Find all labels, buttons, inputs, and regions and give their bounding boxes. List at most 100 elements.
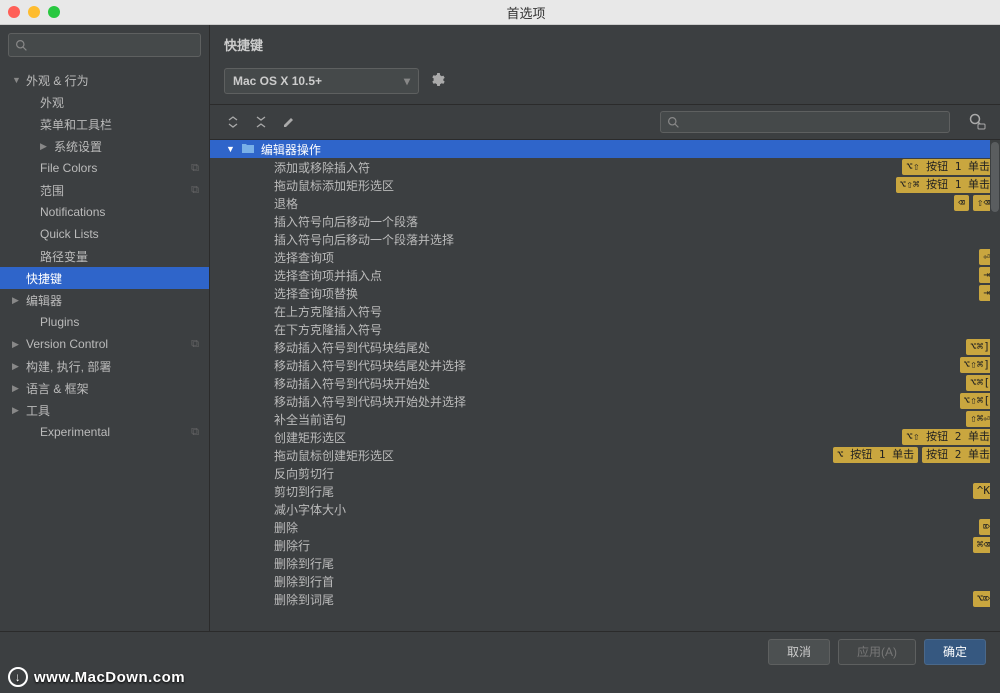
action-row[interactable]: 在下方克隆插入符号	[210, 320, 1000, 338]
sidebar-item[interactable]: 菜单和工具栏	[0, 113, 209, 135]
sidebar-item-label: Notifications	[40, 205, 209, 219]
group-label: 编辑器操作	[261, 141, 1000, 158]
sidebar-item[interactable]: 工具	[0, 399, 209, 421]
action-row[interactable]: 删除到行首	[210, 572, 1000, 590]
scope-badge-icon: ⧉	[191, 338, 199, 351]
action-row[interactable]: 减小字体大小	[210, 500, 1000, 518]
sidebar-item-label: 路径变量	[40, 248, 209, 265]
cancel-button[interactable]: 取消	[768, 639, 830, 665]
action-row[interactable]: 添加或移除插入符⌥⇧ 按钮 1 单击	[210, 158, 1000, 176]
close-icon[interactable]	[8, 6, 20, 18]
actions-table[interactable]: ▼ 编辑器操作 添加或移除插入符⌥⇧ 按钮 1 单击拖动鼠标添加矩形选区⌥⇧⌘ 按…	[210, 140, 1000, 631]
action-row[interactable]: 移动插入符号到代码块开始处并选择⌥⇧⌘[	[210, 392, 1000, 410]
maximize-icon[interactable]	[48, 6, 60, 18]
sidebar-item[interactable]: 路径变量	[0, 245, 209, 267]
action-label: 补全当前语句	[226, 411, 966, 428]
apply-button[interactable]: 应用(A)	[838, 639, 916, 665]
sidebar-item[interactable]: Version Control⧉	[0, 333, 209, 355]
scrollbar[interactable]	[990, 140, 1000, 631]
collapse-all-icon[interactable]	[252, 113, 270, 131]
shortcut-badge: ⌫	[954, 195, 969, 211]
action-row[interactable]: 拖动鼠标添加矩形选区⌥⇧⌘ 按钮 1 单击	[210, 176, 1000, 194]
shortcut-badge: ⌥⇧ 按钮 2 单击	[902, 429, 994, 445]
sidebar-item[interactable]: 语言 & 框架	[0, 377, 209, 399]
chevron-down-icon[interactable]: ▼	[226, 144, 235, 154]
action-row[interactable]: 移动插入符号到代码块开始处⌥⌘[	[210, 374, 1000, 392]
sidebar-item[interactable]: File Colors⧉	[0, 157, 209, 179]
sidebar-item[interactable]: 外观 & 行为	[0, 69, 209, 91]
ok-button[interactable]: 确定	[924, 639, 986, 665]
chevron-right-icon[interactable]	[12, 405, 24, 416]
chevron-right-icon[interactable]	[12, 361, 24, 372]
action-label: 移动插入符号到代码块结尾处	[226, 339, 966, 356]
keymap-scheme-select[interactable]: Mac OS X 10.5+	[224, 68, 419, 94]
shortcut-badge: ⌥ 按钮 1 单击	[833, 447, 918, 463]
shortcut-list: ⌥ 按钮 1 单击按钮 2 单击	[833, 447, 1000, 463]
sidebar-item-label: 范围	[40, 182, 191, 199]
sidebar-item-label: 编辑器	[26, 292, 209, 309]
chevron-down-icon[interactable]	[12, 75, 24, 85]
actions-search-input[interactable]	[660, 111, 950, 133]
action-label: 删除到行首	[226, 573, 994, 590]
sidebar-item-label: 语言 & 框架	[26, 380, 209, 397]
edit-icon[interactable]	[280, 113, 298, 131]
action-row[interactable]: 删除到词尾⌥⌦	[210, 590, 1000, 608]
actions-toolbar	[210, 104, 1000, 140]
sidebar-item[interactable]: 编辑器	[0, 289, 209, 311]
action-row[interactable]: 移动插入符号到代码块结尾处并选择⌥⇧⌘]	[210, 356, 1000, 374]
action-row[interactable]: 创建矩形选区⌥⇧ 按钮 2 单击	[210, 428, 1000, 446]
action-row[interactable]: 删除行⌘⌫	[210, 536, 1000, 554]
action-label: 删除到词尾	[226, 591, 973, 608]
action-row[interactable]: 拖动鼠标创建矩形选区⌥ 按钮 1 单击按钮 2 单击	[210, 446, 1000, 464]
sidebar-item-label: Experimental	[40, 425, 191, 439]
page-title: 快捷键	[224, 35, 986, 54]
shortcut-list: ⌥⇧⌘ 按钮 1 单击	[896, 177, 1000, 193]
shortcut-list: ⌥⇧ 按钮 1 单击	[902, 159, 1000, 175]
sidebar-item[interactable]: 快捷键	[0, 267, 209, 289]
chevron-right-icon[interactable]	[12, 339, 24, 350]
sidebar-item[interactable]: 系统设置	[0, 135, 209, 157]
search-icon	[15, 39, 28, 52]
action-label: 选择查询项	[226, 249, 979, 266]
action-group-header[interactable]: ▼ 编辑器操作	[210, 140, 1000, 158]
action-row[interactable]: 退格⌫⇧⌫	[210, 194, 1000, 212]
action-row[interactable]: 删除⌦	[210, 518, 1000, 536]
action-row[interactable]: 移动插入符号到代码块结尾处⌥⌘]	[210, 338, 1000, 356]
action-row[interactable]: 补全当前语句⇧⌘⏎	[210, 410, 1000, 428]
sidebar-item[interactable]: Quick Lists	[0, 223, 209, 245]
folder-icon	[241, 142, 255, 157]
chevron-right-icon[interactable]	[12, 295, 24, 306]
action-row[interactable]: 在上方克隆插入符号	[210, 302, 1000, 320]
action-label: 减小字体大小	[226, 501, 994, 518]
scrollbar-thumb[interactable]	[991, 142, 999, 212]
sidebar-item[interactable]: 范围⧉	[0, 179, 209, 201]
shortcut-badge: ⌥⇧ 按钮 1 单击	[902, 159, 994, 175]
action-row[interactable]: 剪切到行尾^K	[210, 482, 1000, 500]
action-row[interactable]: 插入符号向后移动一个段落	[210, 212, 1000, 230]
scope-badge-icon: ⧉	[191, 162, 199, 175]
sidebar-search-input[interactable]	[8, 33, 201, 57]
action-row[interactable]: 删除到行尾	[210, 554, 1000, 572]
expand-all-icon[interactable]	[224, 113, 242, 131]
action-row[interactable]: 反向剪切行	[210, 464, 1000, 482]
sidebar-item-label: 工具	[26, 402, 209, 419]
gear-icon[interactable]	[429, 72, 445, 91]
sidebar-item[interactable]: 构建, 执行, 部署	[0, 355, 209, 377]
sidebar-item[interactable]: Plugins	[0, 311, 209, 333]
sidebar-item[interactable]: Experimental⧉	[0, 421, 209, 443]
action-row[interactable]: 选择查询项⏎	[210, 248, 1000, 266]
action-label: 选择查询项替换	[226, 285, 979, 302]
minimize-icon[interactable]	[28, 6, 40, 18]
sidebar-item[interactable]: Notifications	[0, 201, 209, 223]
find-by-shortcut-icon[interactable]	[968, 112, 986, 133]
action-label: 在下方克隆插入符号	[226, 321, 994, 338]
dialog-footer: 取消 应用(A) 确定	[0, 631, 1000, 671]
sidebar-item-label: 快捷键	[26, 270, 209, 287]
action-label: 创建矩形选区	[226, 429, 902, 446]
action-row[interactable]: 插入符号向后移动一个段落并选择	[210, 230, 1000, 248]
chevron-right-icon[interactable]	[40, 141, 52, 152]
action-row[interactable]: 选择查询项替换⇥	[210, 284, 1000, 302]
action-row[interactable]: 选择查询项并插入点⇥	[210, 266, 1000, 284]
sidebar-item[interactable]: 外观	[0, 91, 209, 113]
chevron-right-icon[interactable]	[12, 383, 24, 394]
